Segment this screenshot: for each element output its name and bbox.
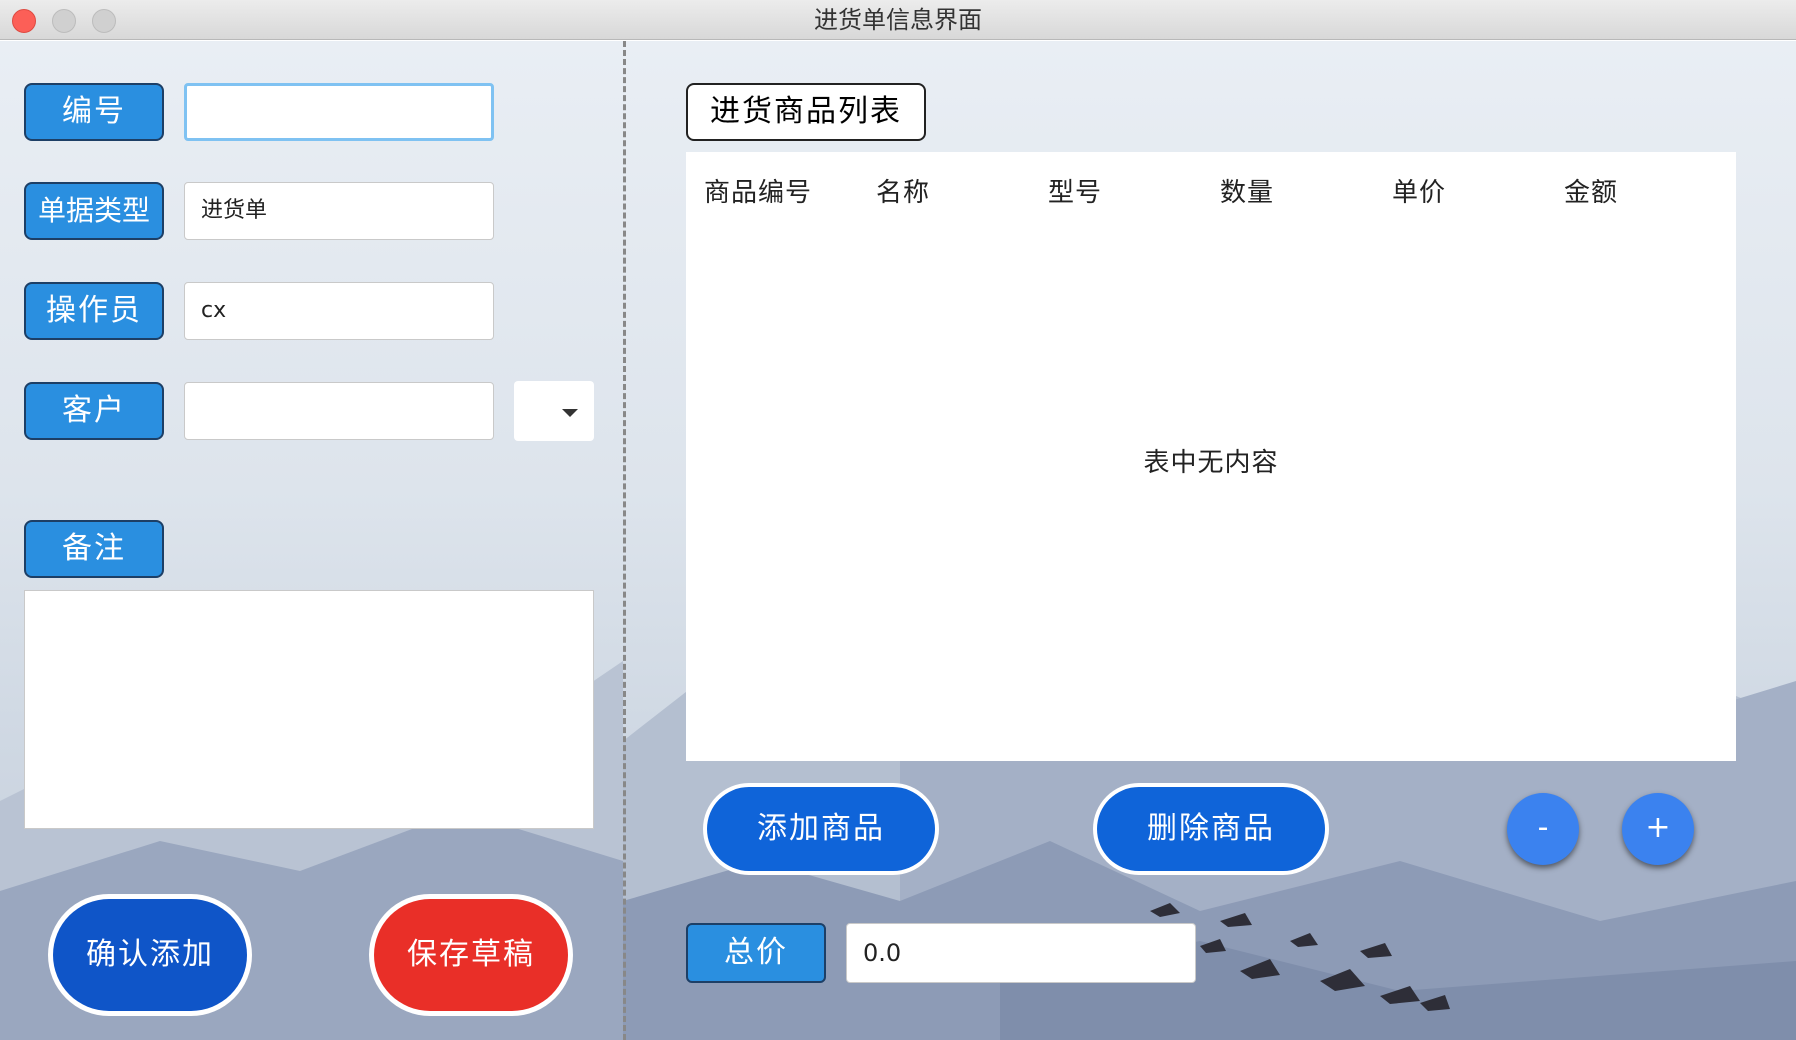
customer-dropdown-button[interactable] [514,381,594,441]
save-draft-button[interactable]: 保存草稿 [374,899,568,1011]
customer-label: 客户 [24,382,164,440]
panel-divider [623,41,626,1040]
document-type-label: 单据类型 [24,182,164,240]
notes-textarea[interactable] [24,590,594,829]
column-header-quantity[interactable]: 数量 [1220,172,1274,209]
delete-goods-button[interactable]: 删除商品 [1097,787,1325,871]
column-header-model[interactable]: 型号 [1048,172,1102,209]
minimize-window-button[interactable] [52,9,76,33]
id-label: 编号 [24,83,164,141]
chevron-down-icon [562,409,578,417]
plus-button[interactable]: + [1622,793,1694,865]
minus-button[interactable]: - [1507,793,1579,865]
total-price-label: 总价 [686,923,826,983]
customer-field[interactable] [184,382,494,440]
id-field[interactable] [184,83,494,141]
document-type-field[interactable]: 进货单 [184,182,494,240]
operator-field[interactable]: cx [184,282,494,340]
notes-label: 备注 [24,520,164,578]
window-titlebar: 进货单信息界面 [0,0,1796,40]
confirm-add-button[interactable]: 确认添加 [53,899,247,1011]
add-goods-button[interactable]: 添加商品 [707,787,935,871]
column-header-amount[interactable]: 金额 [1564,172,1618,209]
goods-table[interactable]: 商品编号 名称 型号 数量 单价 金额 表中无内容 [686,152,1736,761]
column-header-unit-price[interactable]: 单价 [1392,172,1446,209]
goods-list-title: 进货商品列表 [686,83,926,141]
operator-label: 操作员 [24,282,164,340]
column-header-goods-id[interactable]: 商品编号 [704,172,812,209]
close-window-button[interactable] [12,9,36,33]
empty-table-placeholder: 表中无内容 [1143,448,1279,478]
column-header-name[interactable]: 名称 [876,172,930,209]
window-title: 进货单信息界面 [814,6,982,34]
window-content: 编号 单据类型 进货单 操作员 cx 客户 备注 确认添加 保存草稿 进货商品列… [0,41,1796,1040]
maximize-window-button[interactable] [92,9,116,33]
total-price-field[interactable]: 0.0 [846,923,1196,983]
